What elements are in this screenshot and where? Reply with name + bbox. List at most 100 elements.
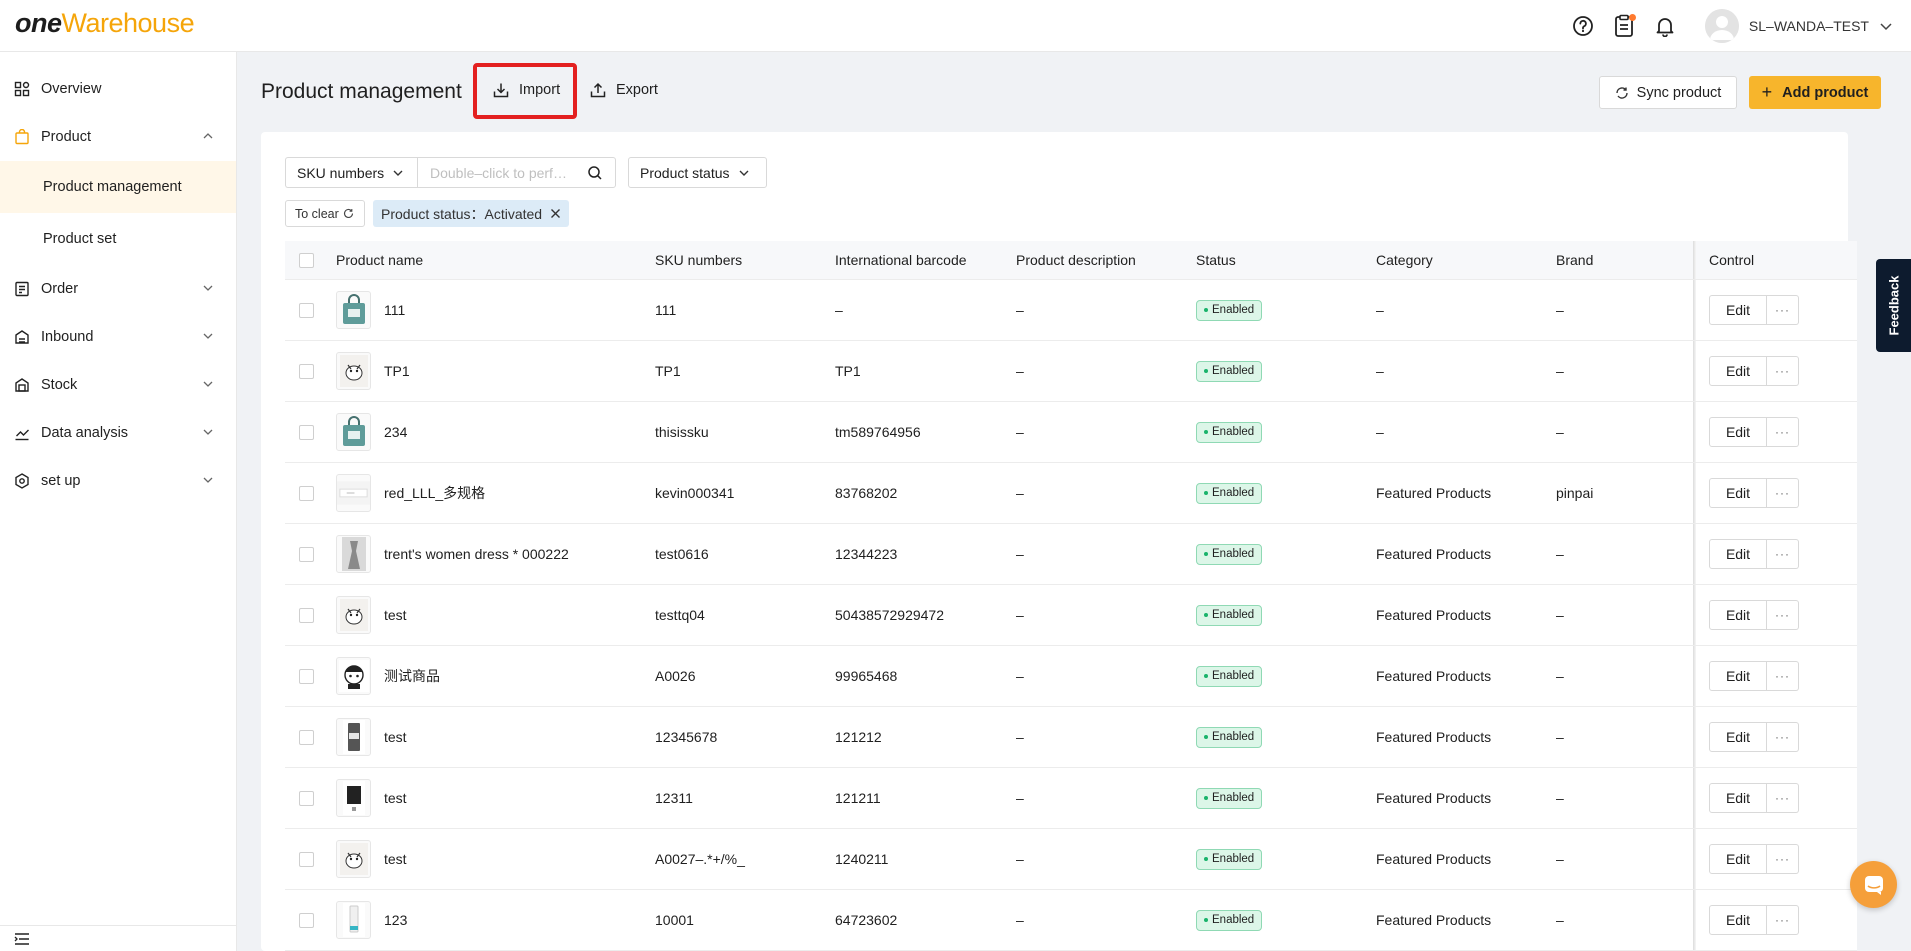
- edit-button[interactable]: Edit: [1709, 905, 1767, 935]
- more-button[interactable]: ···: [1767, 722, 1799, 752]
- add-product-button[interactable]: + Add product: [1749, 76, 1881, 109]
- product-thumbnail[interactable]: [336, 901, 371, 939]
- sidebar-item-overview[interactable]: Overview: [0, 65, 236, 113]
- sidebar-item-stock[interactable]: Stock: [0, 361, 236, 409]
- status-badge: Enabled: [1196, 665, 1263, 687]
- more-button[interactable]: ···: [1767, 661, 1799, 691]
- chat-button[interactable]: [1850, 861, 1897, 908]
- row-checkbox[interactable]: [299, 485, 314, 501]
- status-cell: Enabled: [1196, 360, 1263, 382]
- product-name[interactable]: 测试商品: [384, 666, 440, 686]
- more-button[interactable]: ···: [1767, 905, 1799, 935]
- row-checkbox[interactable]: [299, 790, 314, 806]
- product-name[interactable]: test: [384, 729, 407, 745]
- sku-field-select[interactable]: SKU numbers: [285, 157, 417, 188]
- edit-button[interactable]: Edit: [1709, 722, 1767, 752]
- product-thumbnail[interactable]: [336, 291, 371, 329]
- product-name[interactable]: 123: [384, 912, 407, 928]
- feedback-tab[interactable]: Feedback: [1876, 259, 1911, 352]
- product-name[interactable]: trent's women dress * 000222: [384, 546, 569, 562]
- product-thumbnail[interactable]: [336, 840, 371, 878]
- edit-button[interactable]: Edit: [1709, 539, 1767, 569]
- search-icon[interactable]: [587, 165, 603, 181]
- status-cell: Enabled: [1196, 543, 1263, 565]
- edit-button[interactable]: Edit: [1709, 478, 1767, 508]
- more-button[interactable]: ···: [1767, 295, 1799, 325]
- status-cell: Enabled: [1196, 909, 1263, 931]
- row-checkbox[interactable]: [299, 851, 314, 867]
- product-name[interactable]: TP1: [384, 363, 410, 379]
- sidebar-item-product[interactable]: Product: [0, 113, 236, 161]
- product-name[interactable]: test: [384, 790, 407, 806]
- edit-button[interactable]: Edit: [1709, 844, 1767, 874]
- sidebar-item-inbound[interactable]: Inbound: [0, 313, 236, 361]
- product-name[interactable]: red_LLL_多规格: [384, 483, 485, 503]
- sidebar-item-data-analysis[interactable]: Data analysis: [0, 409, 236, 457]
- product-name[interactable]: test: [384, 851, 407, 867]
- more-button[interactable]: ···: [1767, 478, 1799, 508]
- more-button[interactable]: ···: [1767, 783, 1799, 813]
- search-input[interactable]: Double–click to perf…: [417, 157, 616, 188]
- more-button[interactable]: ···: [1767, 844, 1799, 874]
- edit-button[interactable]: Edit: [1709, 600, 1767, 630]
- product-thumbnail[interactable]: [336, 474, 371, 512]
- plus-icon: +: [1761, 82, 1773, 102]
- user-menu[interactable]: SL–WANDA–TEST: [1704, 9, 1893, 43]
- product-thumbnail[interactable]: [336, 596, 371, 634]
- product-thumbnail[interactable]: [336, 779, 371, 817]
- app-logo[interactable]: oneWarehouse: [15, 8, 195, 39]
- edit-button[interactable]: Edit: [1709, 295, 1767, 325]
- col-category: Category: [1376, 252, 1433, 268]
- chart-icon: [14, 425, 30, 441]
- product-thumbnail[interactable]: [336, 657, 371, 695]
- edit-button[interactable]: Edit: [1709, 661, 1767, 691]
- edit-button[interactable]: Edit: [1709, 783, 1767, 813]
- sync-product-button[interactable]: Sync product: [1599, 76, 1737, 109]
- brand-cell: –: [1556, 302, 1564, 318]
- more-button[interactable]: ···: [1767, 539, 1799, 569]
- select-all-checkbox[interactable]: [299, 252, 314, 268]
- sidebar-collapse[interactable]: [0, 925, 237, 951]
- category-cell: Featured Products: [1376, 729, 1492, 745]
- barcode-cell: 12344223: [835, 546, 898, 562]
- more-button[interactable]: ···: [1767, 600, 1799, 630]
- product-thumbnail[interactable]: [336, 535, 371, 573]
- row-checkbox[interactable]: [299, 546, 314, 562]
- row-checkbox[interactable]: [299, 363, 314, 379]
- settings-icon: [14, 473, 30, 489]
- edit-button[interactable]: Edit: [1709, 356, 1767, 386]
- product-name[interactable]: 111: [384, 302, 405, 318]
- clipboard-icon[interactable]: [1611, 13, 1637, 39]
- row-checkbox[interactable]: [299, 607, 314, 623]
- product-name[interactable]: 234: [384, 424, 407, 440]
- bell-icon[interactable]: [1652, 13, 1678, 39]
- clear-filters-button[interactable]: To clear: [285, 200, 365, 227]
- row-checkbox[interactable]: [299, 424, 314, 440]
- sidebar-item-set-up[interactable]: set up: [0, 457, 236, 505]
- close-icon[interactable]: [550, 208, 561, 219]
- export-button[interactable]: Export: [590, 82, 658, 98]
- product-name-cell: 测试商品: [336, 657, 440, 695]
- header-actions: SL–WANDA–TEST: [1570, 0, 1911, 52]
- product-status-select[interactable]: Product status: [628, 157, 767, 188]
- help-icon[interactable]: [1570, 13, 1596, 39]
- more-button[interactable]: ···: [1767, 356, 1799, 386]
- category-cell: Featured Products: [1376, 851, 1492, 867]
- product-thumbnail[interactable]: [336, 413, 371, 451]
- row-checkbox[interactable]: [299, 912, 314, 928]
- status-cell: Enabled: [1196, 421, 1263, 443]
- status-badge: Enabled: [1196, 299, 1263, 321]
- sidebar-item-order[interactable]: Order: [0, 265, 236, 313]
- row-checkbox[interactable]: [299, 302, 314, 318]
- row-checkbox[interactable]: [299, 668, 314, 684]
- row-checkbox[interactable]: [299, 729, 314, 745]
- brand-cell: –: [1556, 790, 1564, 806]
- product-name[interactable]: test: [384, 607, 407, 623]
- more-button[interactable]: ···: [1767, 417, 1799, 447]
- product-thumbnail[interactable]: [336, 352, 371, 390]
- edit-button[interactable]: Edit: [1709, 417, 1767, 447]
- description-cell: –: [1016, 424, 1024, 440]
- sidebar-item-product-management[interactable]: Product management: [0, 161, 236, 213]
- product-thumbnail[interactable]: [336, 718, 371, 756]
- sidebar-item-product-set[interactable]: Product set: [0, 213, 236, 265]
